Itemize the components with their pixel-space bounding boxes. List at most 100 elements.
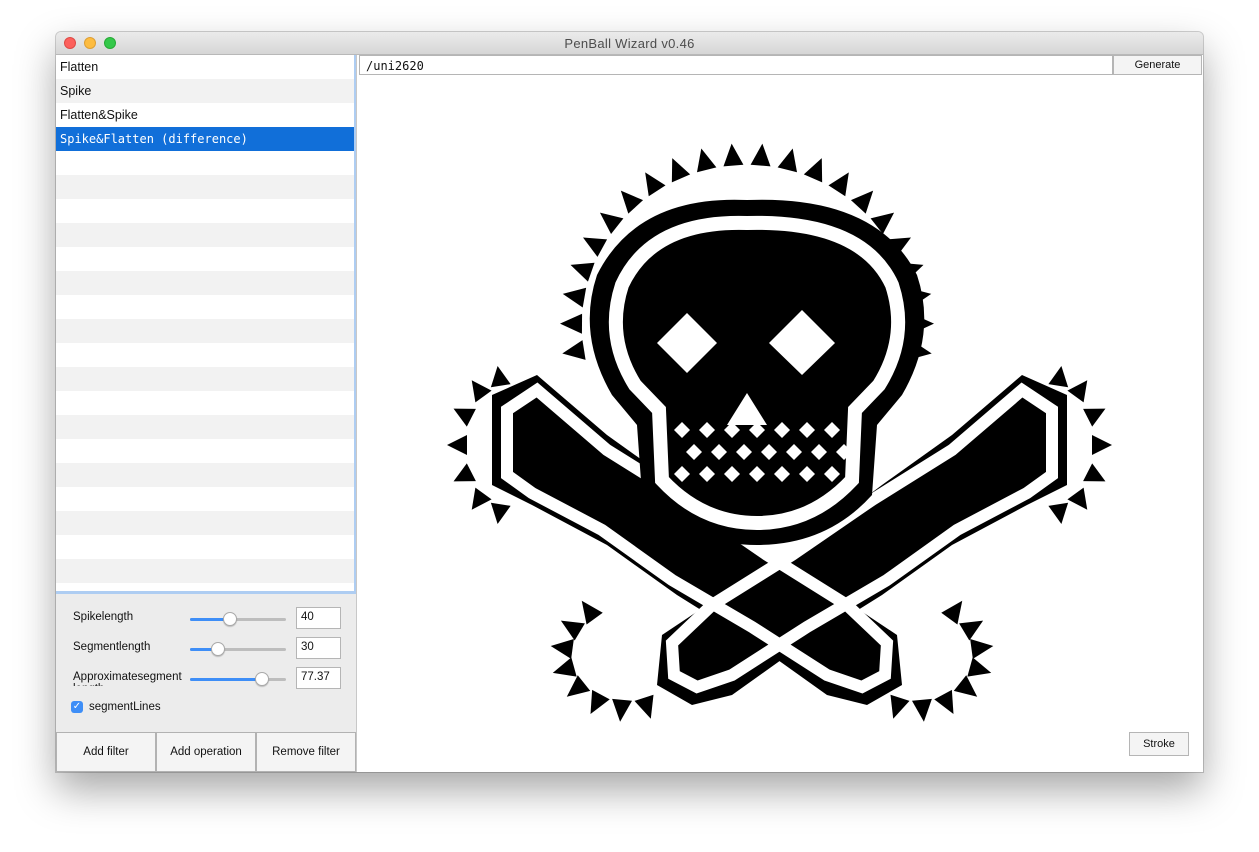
spike-mark [620, 190, 644, 214]
spike-mark [1067, 380, 1088, 403]
preview-pane: /uni2620 Generate Stroke [356, 55, 1203, 772]
spike-mark [471, 487, 492, 510]
param-spikelength: Spikelength 40 [56, 607, 356, 631]
list-row-empty [56, 223, 354, 247]
list-row-empty [56, 535, 354, 559]
spike-mark [471, 380, 492, 403]
segmentlength-field[interactable]: 30 [296, 637, 341, 659]
spike-mark [453, 463, 476, 482]
spike-mark [562, 287, 587, 308]
spike-mark [590, 689, 610, 714]
param-approximate-segment-length: Approximatesegment length 77.37 [56, 667, 356, 691]
spike-mark [1067, 487, 1088, 510]
spike-mark [671, 158, 691, 183]
filter-parameters: Spikelength 40 Segmentlength 30 Approxim… [56, 595, 356, 723]
spike-mark [959, 620, 984, 641]
add-operation-button[interactable]: Add operation [156, 732, 256, 772]
remove-filter-button[interactable]: Remove filter [256, 732, 356, 772]
spike-mark [828, 172, 849, 197]
spike-mark [953, 675, 978, 697]
spike-mark [552, 657, 577, 677]
list-row-empty [56, 391, 354, 415]
list-row-empty [56, 271, 354, 295]
spike-mark [560, 620, 585, 641]
spikelength-slider[interactable] [190, 612, 286, 626]
list-row-empty [56, 439, 354, 463]
list-row-empty [56, 559, 354, 583]
filter-list[interactable]: Flatten Spike Flatten&Spike Spike&Flatte… [56, 55, 357, 594]
segment-lines-label: segmentLines [89, 701, 161, 713]
spike-mark [803, 158, 823, 183]
spike-mark [550, 639, 574, 659]
list-row-empty [56, 415, 354, 439]
param-label: Approximatesegment length [73, 671, 182, 686]
spike-mark [696, 148, 717, 173]
spike-mark [447, 435, 467, 455]
filter-item-spike[interactable]: Spike [56, 79, 354, 103]
list-row-empty [56, 583, 354, 591]
segmentlength-slider[interactable] [190, 642, 286, 656]
generate-button[interactable]: Generate [1113, 55, 1202, 75]
spike-mark [645, 172, 666, 197]
glyph-preview-canvas [447, 143, 1112, 722]
spike-mark [967, 657, 992, 677]
window-title: PenBall Wizard v0.46 [564, 36, 695, 51]
spikelength-field[interactable]: 40 [296, 607, 341, 629]
list-row-empty [56, 463, 354, 487]
spike-mark [850, 190, 874, 214]
spike-mark [750, 143, 771, 167]
spike-mark [1048, 502, 1069, 525]
list-row-empty [56, 319, 354, 343]
spike-mark [1092, 435, 1112, 455]
list-row-empty [56, 343, 354, 367]
list-row-empty [56, 151, 354, 175]
spike-mark [490, 365, 511, 388]
spike-mark [612, 698, 633, 722]
list-row-empty [56, 247, 354, 271]
spike-mark [1083, 463, 1106, 482]
spike-mark [911, 698, 932, 722]
list-row-empty [56, 367, 354, 391]
glyph-input[interactable]: /uni2620 [359, 55, 1113, 75]
param-label: Spikelength [73, 611, 134, 623]
list-row-empty [56, 511, 354, 535]
slider-knob[interactable] [223, 612, 238, 626]
spike-mark [453, 408, 476, 427]
spike-mark [723, 143, 744, 167]
spike-mark [490, 502, 511, 525]
list-row-empty [56, 295, 354, 319]
spike-mark [1083, 408, 1106, 427]
spike-mark [1048, 365, 1069, 388]
filter-item-spike-flatten-difference[interactable]: Spike&Flatten (difference) [56, 127, 354, 151]
filter-item-flatten[interactable]: Flatten [56, 55, 354, 79]
slider-knob[interactable] [255, 672, 269, 686]
stroke-button[interactable]: Stroke [1129, 732, 1189, 756]
spike-mark [941, 600, 963, 625]
add-filter-button[interactable]: Add filter [56, 732, 156, 772]
slider-knob[interactable] [210, 642, 225, 656]
list-row-empty [56, 487, 354, 511]
slider-fill [190, 678, 262, 681]
filter-item-flatten-spike[interactable]: Flatten&Spike [56, 103, 354, 127]
skull-and-crossbones-glyph [447, 143, 1112, 722]
segment-lines-checkbox[interactable]: ✓ [71, 701, 83, 713]
sidebar: Flatten Spike Flatten&Spike Spike&Flatte… [56, 55, 357, 772]
spike-mark [970, 639, 994, 659]
app-window: PenBall Wizard v0.46 Flatten Spike Flatt… [56, 32, 1203, 772]
spike-mark [890, 694, 910, 719]
spike-mark [562, 340, 586, 360]
approximate-segment-length-slider[interactable] [190, 672, 286, 686]
spike-mark [582, 237, 608, 257]
list-row-empty [56, 175, 354, 199]
spike-mark [570, 262, 595, 282]
approximate-segment-length-field[interactable]: 77.37 [296, 667, 341, 689]
spike-mark [566, 675, 591, 697]
list-row-empty [56, 199, 354, 223]
param-label: Segmentlength [73, 641, 151, 653]
spike-mark [599, 212, 624, 235]
spike-mark [934, 689, 954, 714]
title-bar: PenBall Wizard v0.46 [56, 32, 1203, 55]
spike-mark [581, 600, 603, 625]
filter-actions: Add filter Add operation Remove filter [56, 732, 356, 772]
spike-mark [560, 313, 583, 334]
